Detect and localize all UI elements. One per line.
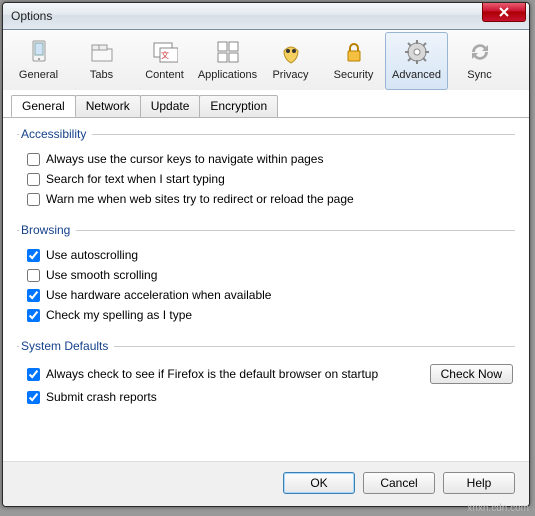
chk-autoscroll[interactable] bbox=[27, 249, 40, 262]
chk-smooth-scroll[interactable] bbox=[27, 269, 40, 282]
system-defaults-group: System Defaults Always check to see if F… bbox=[17, 339, 515, 411]
general-icon bbox=[24, 37, 54, 67]
subtab-general[interactable]: General bbox=[11, 95, 76, 117]
cancel-button[interactable]: Cancel bbox=[363, 472, 435, 494]
defaults-legend: System Defaults bbox=[19, 339, 114, 353]
toolbar-label: Content bbox=[145, 69, 184, 81]
toolbar-tabs[interactable]: Tabs bbox=[70, 32, 133, 90]
toolbar-label: Tabs bbox=[90, 69, 113, 81]
browsing-legend: Browsing bbox=[19, 223, 76, 237]
ok-button[interactable]: OK bbox=[283, 472, 355, 494]
titlebar[interactable]: Options bbox=[3, 3, 529, 30]
close-icon bbox=[499, 7, 509, 17]
chk-warn-redirect[interactable] bbox=[27, 193, 40, 206]
dialog-button-bar: OK Cancel Help bbox=[3, 461, 529, 506]
toolbar-label: Applications bbox=[198, 69, 257, 81]
browsing-group: Browsing Use autoscrolling Use smooth sc… bbox=[17, 223, 515, 329]
subtab-bar: General Network Update Encryption bbox=[3, 91, 529, 118]
toolbar-label: Privacy bbox=[272, 69, 308, 81]
toolbar-security[interactable]: Security bbox=[322, 32, 385, 90]
check-now-button[interactable]: Check Now bbox=[430, 364, 513, 384]
lbl-crash-reports[interactable]: Submit crash reports bbox=[46, 390, 157, 404]
svg-text:文: 文 bbox=[161, 50, 169, 60]
lbl-search-typing[interactable]: Search for text when I start typing bbox=[46, 172, 225, 186]
accessibility-group: Accessibility Always use the cursor keys… bbox=[17, 127, 515, 213]
accessibility-legend: Accessibility bbox=[19, 127, 92, 141]
chk-default-browser[interactable] bbox=[27, 368, 40, 381]
lbl-hw-accel[interactable]: Use hardware acceleration when available bbox=[46, 288, 271, 302]
advanced-icon bbox=[402, 37, 432, 67]
security-icon bbox=[339, 37, 369, 67]
lbl-warn-redirect[interactable]: Warn me when web sites try to redirect o… bbox=[46, 192, 354, 206]
toolbar-label: Security bbox=[334, 69, 374, 81]
help-button[interactable]: Help bbox=[443, 472, 515, 494]
toolbar-label: Advanced bbox=[392, 69, 441, 81]
close-button[interactable] bbox=[482, 2, 526, 22]
subtab-encryption[interactable]: Encryption bbox=[199, 95, 278, 117]
window-title: Options bbox=[11, 9, 52, 23]
toolbar-label: Sync bbox=[467, 69, 491, 81]
applications-icon bbox=[213, 37, 243, 67]
category-toolbar: General Tabs 文 Content Applications Priv… bbox=[3, 30, 529, 90]
tabs-icon bbox=[87, 37, 117, 67]
chk-search-typing[interactable] bbox=[27, 173, 40, 186]
chk-crash-reports[interactable] bbox=[27, 391, 40, 404]
content-panel: Accessibility Always use the cursor keys… bbox=[3, 117, 529, 461]
chk-hw-accel[interactable] bbox=[27, 289, 40, 302]
chk-spellcheck[interactable] bbox=[27, 309, 40, 322]
content-icon: 文 bbox=[150, 37, 180, 67]
toolbar-applications[interactable]: Applications bbox=[196, 32, 259, 90]
lbl-cursor-keys[interactable]: Always use the cursor keys to navigate w… bbox=[46, 152, 323, 166]
chk-cursor-keys[interactable] bbox=[27, 153, 40, 166]
toolbar-privacy[interactable]: Privacy bbox=[259, 32, 322, 90]
toolbar-advanced[interactable]: Advanced bbox=[385, 32, 448, 90]
toolbar-label: General bbox=[19, 69, 58, 81]
toolbar-general[interactable]: General bbox=[7, 32, 70, 90]
lbl-default-browser[interactable]: Always check to see if Firefox is the de… bbox=[46, 367, 378, 381]
options-dialog: Options General Tabs 文 Content Applicati… bbox=[2, 2, 530, 507]
subtab-network[interactable]: Network bbox=[75, 95, 141, 117]
toolbar-content[interactable]: 文 Content bbox=[133, 32, 196, 90]
lbl-smooth-scroll[interactable]: Use smooth scrolling bbox=[46, 268, 157, 282]
privacy-icon bbox=[276, 37, 306, 67]
lbl-spellcheck[interactable]: Check my spelling as I type bbox=[46, 308, 192, 322]
subtab-update[interactable]: Update bbox=[140, 95, 201, 117]
toolbar-sync[interactable]: Sync bbox=[448, 32, 511, 90]
lbl-autoscroll[interactable]: Use autoscrolling bbox=[46, 248, 138, 262]
sync-icon bbox=[465, 37, 495, 67]
